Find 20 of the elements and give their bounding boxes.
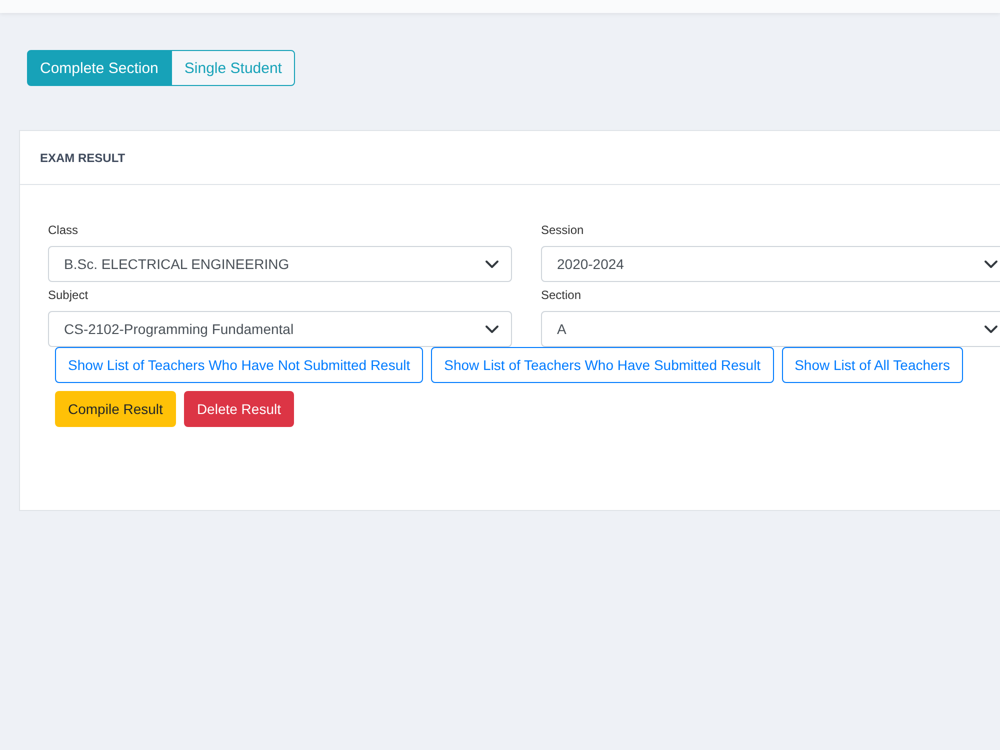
select-field[interactable]: 2020-2024 (541, 246, 1000, 282)
mode-tab[interactable]: Single Student (171, 50, 295, 86)
chevron-down-icon (485, 260, 499, 268)
field-label: Session (541, 223, 585, 237)
field-label: Subject (48, 288, 90, 302)
action-button[interactable]: Show List of Teachers Who Have Submitted Result (431, 347, 774, 383)
action-button[interactable]: Show List of All Teachers (782, 347, 963, 383)
chevron-down-icon (485, 324, 499, 334)
select-field[interactable]: B.Sc. ELECTRICAL ENGINEERING (48, 246, 512, 282)
chevron-down-icon (984, 260, 998, 268)
field-label: Class (48, 223, 80, 237)
mode-tab[interactable]: Complete Section (27, 50, 172, 86)
select-field[interactable]: A (541, 311, 1000, 347)
action-button[interactable]: Show List of Teachers Who Have Not Submitted Result (55, 347, 424, 383)
action-button[interactable]: Compile Result (55, 391, 176, 427)
action-button[interactable]: Delete Result (184, 391, 294, 427)
card-title: EXAM RESULT (40, 150, 126, 164)
field-label: Section (541, 288, 582, 302)
select-field[interactable]: CS-2102-Programming Fundamental (48, 311, 512, 347)
chevron-down-icon (984, 324, 998, 334)
